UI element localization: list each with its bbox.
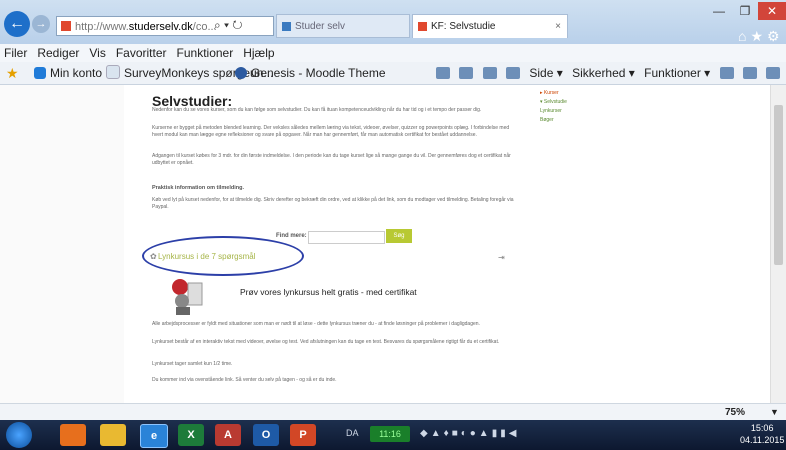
tray-timer[interactable]: 11:16	[370, 426, 410, 442]
zoom-level[interactable]: 75%	[725, 404, 745, 421]
menu-filer[interactable]: Filer	[4, 46, 27, 60]
moodle-icon	[235, 67, 247, 79]
forward-button[interactable]: →	[32, 15, 50, 33]
help-icon[interactable]	[719, 67, 734, 79]
feeds-icon[interactable]	[459, 67, 474, 79]
command-bar: Side ▾ Sikkerhed ▾ Funktioner ▾	[430, 62, 781, 84]
start-button[interactable]	[6, 422, 32, 448]
clock-time: 15:06	[750, 423, 774, 433]
site-favicon-icon	[61, 21, 71, 31]
share-icon[interactable]: ⇥	[498, 253, 505, 262]
tab-favicon-icon	[282, 22, 291, 31]
sidebar-item-lynkurser[interactable]: Lynkurser	[540, 107, 567, 116]
research-icon[interactable]	[742, 67, 757, 79]
scrollbar-thumb[interactable]	[774, 105, 783, 265]
home-favorites-settings-icons[interactable]: ⌂★⚙	[738, 28, 784, 45]
method-paragraph: Kurserne er bygget på metoden blended le…	[152, 125, 510, 138]
print-icon[interactable]	[506, 67, 521, 79]
course-access-paragraph: Du kommer ind via ovenstående link. Så v…	[152, 377, 337, 383]
taskbar-explorer[interactable]	[100, 424, 126, 446]
favorite-genesis[interactable]: Genesis - Moodle Theme	[235, 62, 386, 84]
page-content: Selvstudier: Nedenfor kan du se vores ku…	[0, 85, 770, 403]
menu-funktioner[interactable]: Funktioner	[177, 46, 234, 60]
home-icon[interactable]	[436, 67, 450, 79]
intro-paragraph: Nedenfor kan du se vores kurser, som du …	[152, 107, 482, 113]
find-label: Find mere:	[276, 233, 307, 239]
menu-hjaelp[interactable]: Hjælp	[243, 46, 274, 60]
promo-image	[172, 279, 203, 315]
maximize-button[interactable]: ❐	[732, 2, 758, 20]
surveymonkey-icon	[106, 65, 120, 79]
practical-info-heading: Praktisk information om tilmelding.	[152, 185, 244, 191]
zoom-dropdown-icon[interactable]: ▼	[770, 404, 779, 421]
find-input[interactable]	[308, 231, 385, 244]
back-button[interactable]: ←	[4, 11, 30, 37]
tab-kf-selvstudie[interactable]: KF: Selvstudie ×	[412, 14, 568, 38]
course-content-paragraph: Lynkurset består af en interaktiv tekst …	[152, 339, 500, 345]
menu-vis[interactable]: Vis	[89, 46, 105, 60]
tab-studer-selv[interactable]: Studer selv	[276, 14, 410, 38]
tab-favicon-icon	[418, 22, 427, 31]
command-funktioner[interactable]: Funktioner ▾	[644, 66, 710, 80]
vertical-scrollbar[interactable]	[770, 85, 786, 403]
system-tray-icons[interactable]: ◆▲♦■◐●▲▮▮◀	[420, 428, 519, 439]
sidebar-item-kurser[interactable]: ▸ Kurser	[540, 89, 567, 98]
favorite-label: Genesis - Moodle Theme	[251, 66, 386, 80]
skype-icon[interactable]	[766, 67, 781, 79]
favorite-label: Min konto	[50, 66, 103, 80]
mail-icon[interactable]	[482, 67, 497, 79]
tab-label: KF: Selvstudie	[431, 21, 496, 32]
course-link[interactable]: Lynkursus i de 7 spørgsmål	[158, 252, 256, 261]
course-sidebar: ▸ Kurser ▾ Selvstudie Lynkurser Bøger	[540, 89, 567, 125]
sidebar-item-selvstudie[interactable]: ▾ Selvstudie	[540, 98, 567, 107]
minimize-button[interactable]: —	[706, 2, 732, 20]
command-sikkerhed[interactable]: Sikkerhed ▾	[572, 66, 635, 80]
skype-icon	[34, 67, 46, 79]
access-paragraph: Adgangen til kurset købes for 3 mdr. for…	[152, 153, 511, 166]
tab-label: Studer selv	[295, 21, 346, 32]
taskbar-access[interactable]: A	[215, 424, 241, 446]
promo-title: Prøv vores lynkursus helt gratis - med c…	[240, 287, 417, 297]
taskbar-excel[interactable]: X	[178, 424, 204, 446]
course-duration-paragraph: Lynkurset tager samlet kun 1/2 time.	[152, 361, 233, 367]
find-button[interactable]: Søg	[386, 229, 412, 243]
taskbar-internet-explorer[interactable]: e	[140, 424, 168, 448]
close-button[interactable]: ✕	[758, 2, 786, 20]
menu-favoritter[interactable]: Favoritter	[116, 46, 167, 60]
taskbar-clock[interactable]: 15:06 04.11.2015	[740, 422, 784, 446]
status-bar: 75% ▼	[0, 403, 786, 421]
menu-rediger[interactable]: Rediger	[37, 46, 79, 60]
course-description-paragraph: Alle arbejdsprocesser er fyldt med situa…	[152, 321, 480, 327]
address-bar-buttons[interactable]: ⌕ ▾ ↻	[214, 18, 243, 33]
windows-taskbar: e X A O P DA 11:16 ◆▲♦■◐●▲▮▮◀ 15:06 04.1…	[0, 420, 786, 450]
sidebar-item-boeger[interactable]: Bøger	[540, 116, 567, 125]
tab-close-icon[interactable]: ×	[555, 15, 561, 38]
taskbar-powerpoint[interactable]: P	[290, 424, 316, 446]
course-icon: ✿	[150, 252, 157, 261]
browser-title-bar: ← → http://www.studerselv.dk/co... ⌕ ▾ ↻…	[0, 0, 786, 44]
taskbar-outlook[interactable]: O	[253, 424, 279, 446]
favorites-bar: ★ Min konto SurveyMonkeys spørgeun... Ge…	[0, 62, 786, 85]
menu-bar: Filer Rediger Vis Favoritter Funktioner Hjælp	[0, 44, 786, 62]
purchase-paragraph: Køb ved lyt på kurset nedenfor, for at t…	[152, 197, 514, 210]
language-indicator[interactable]: DA	[346, 428, 359, 438]
left-margin	[0, 85, 124, 403]
url-host: studerselv.dk	[128, 21, 193, 33]
url-protocol: http://www.	[75, 21, 129, 33]
command-side[interactable]: Side ▾	[529, 66, 562, 80]
clock-date: 04.11.2015	[740, 435, 785, 445]
favorite-min-konto[interactable]: Min konto	[34, 62, 102, 84]
taskbar-media-player[interactable]	[60, 424, 86, 446]
favorites-star-icon[interactable]: ★	[6, 65, 19, 81]
